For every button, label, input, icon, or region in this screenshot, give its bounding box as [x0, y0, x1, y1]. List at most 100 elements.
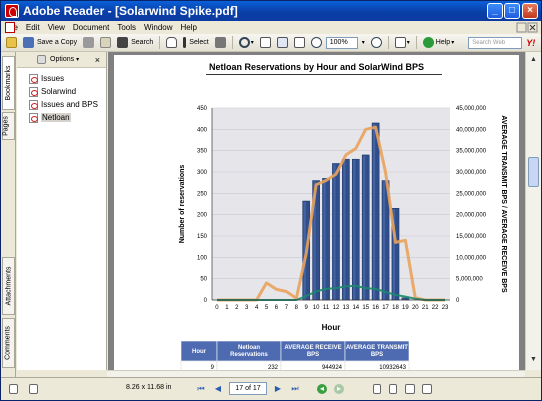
horizontal-scrollbar[interactable]	[107, 370, 525, 377]
article-icon[interactable]	[29, 384, 38, 394]
y2-tick-label: 10,000,000	[456, 255, 487, 261]
help-icon	[422, 37, 434, 48]
x-tick-label: 23	[442, 305, 449, 311]
hand-tool-button[interactable]	[164, 35, 179, 50]
scroll-down-icon[interactable]: ▼	[528, 354, 539, 365]
y-tick-label: 300	[197, 170, 208, 176]
x-tick-label: 15	[362, 305, 369, 311]
bar-highlight	[343, 160, 346, 300]
floppy-disk-icon	[23, 37, 34, 48]
close-panel-icon[interactable]: ×	[95, 55, 100, 65]
actual-size-button[interactable]	[258, 35, 273, 50]
pdf-page: Netloan Reservations by Hour and SolarWi…	[114, 55, 519, 370]
previous-page-icon[interactable]: ◀	[213, 384, 223, 394]
bookmark-issues-and-bps[interactable]: Issues and BPS	[17, 98, 106, 111]
y-tick-label: 0	[204, 298, 208, 304]
bookmark-icon	[29, 86, 38, 97]
tab-pages[interactable]: Pages	[2, 112, 15, 140]
x-tick-label: 20	[412, 305, 419, 311]
help-label: Help	[435, 39, 451, 46]
layout-continuous-facing-icon[interactable]	[422, 384, 432, 394]
tab-attachments-label: Attachments	[5, 266, 13, 306]
email-button[interactable]	[98, 35, 113, 50]
search-label: Search	[131, 39, 154, 46]
minimize-button[interactable]: _	[487, 3, 503, 19]
zoom-out-button[interactable]	[309, 35, 324, 50]
bookmark-label: Issues and BPS	[41, 100, 98, 109]
toolbar-separator	[387, 36, 389, 49]
email-icon	[100, 37, 112, 48]
go-forward-icon[interactable]: ▸	[334, 384, 344, 394]
fit-width-button[interactable]	[292, 35, 307, 50]
go-back-icon[interactable]: ◂	[317, 384, 327, 394]
chevron-down-icon: ▾	[451, 40, 455, 46]
plus-circle-icon	[370, 37, 382, 48]
toolbar-separator	[415, 36, 417, 49]
menu-view[interactable]: View	[44, 23, 69, 32]
y2-tick-label: 30,000,000	[456, 170, 487, 176]
bookmark-icon	[29, 99, 38, 110]
tab-attachments[interactable]: Attachments	[2, 257, 15, 315]
last-page-icon[interactable]: ⏭	[290, 384, 300, 394]
first-page-icon[interactable]: ⏮	[196, 384, 206, 394]
y-tick-label: 450	[197, 106, 208, 112]
fit-page-button[interactable]	[275, 35, 290, 50]
document-view[interactable]: Netloan Reservations by Hour and SolarWi…	[108, 52, 525, 370]
menu-help[interactable]: Help	[177, 23, 201, 32]
next-page-icon[interactable]: ▶	[273, 384, 283, 394]
x-axis-label: Hour	[322, 323, 341, 332]
save-copy-button[interactable]: Save a Copy	[21, 35, 79, 50]
camera-icon	[214, 37, 226, 48]
x-tick-label: 22	[432, 305, 439, 311]
bookmark-label: Issues	[41, 74, 65, 83]
tab-bookmarks[interactable]: Bookmarks	[2, 56, 15, 110]
bookmark-issues[interactable]: Issues	[17, 72, 106, 85]
scroll-thumb[interactable]	[528, 157, 539, 187]
zoom-menu-button[interactable]: ▾	[360, 35, 367, 50]
x-tick-label: 10	[313, 305, 320, 311]
zoom-in-button[interactable]	[369, 35, 384, 50]
select-tool-button[interactable]: Select	[181, 35, 210, 50]
toolbar-separator	[231, 36, 233, 49]
x-tick-label: 21	[422, 305, 429, 311]
tab-comments[interactable]: Comments	[2, 318, 15, 368]
menu-edit[interactable]: Edit	[22, 23, 44, 32]
x-tick-label: 3	[245, 305, 249, 311]
layout-single-icon[interactable]	[373, 384, 381, 394]
x-tick-label: 0	[215, 305, 219, 311]
open-button[interactable]	[4, 35, 19, 50]
zoom-in-tool-button[interactable]: ▾	[237, 35, 256, 50]
layout-facing-icon[interactable]	[405, 384, 415, 394]
bookmark-icon	[29, 73, 38, 84]
y-tick-label: 400	[197, 127, 208, 133]
zoom-level-field[interactable]: 100%	[325, 36, 358, 49]
close-button[interactable]: ×	[522, 3, 538, 19]
search-web-field[interactable]: Search Web	[468, 36, 523, 49]
search-button[interactable]: Search	[115, 35, 155, 50]
window-title: Adobe Reader - [Solarwind Spike.pdf]	[23, 4, 238, 18]
page-number-field[interactable]: 17 of 17	[229, 382, 267, 395]
menu-tools[interactable]: Tools	[113, 23, 140, 32]
page-layout-icon[interactable]	[9, 384, 18, 394]
chevron-down-icon: ▾	[361, 40, 365, 46]
bar-highlight	[353, 160, 356, 300]
x-tick-label: 13	[343, 305, 350, 311]
rotate-button[interactable]: ▾	[393, 35, 412, 50]
scroll-up-icon[interactable]: ▲	[528, 54, 539, 65]
options-menu[interactable]: Options	[50, 56, 74, 63]
menu-document[interactable]: Document	[69, 23, 113, 32]
snapshot-button[interactable]	[213, 35, 228, 50]
y2-tick-label: 5,000,000	[456, 277, 483, 283]
print-button[interactable]	[81, 35, 96, 50]
maximize-button[interactable]: □	[504, 3, 520, 19]
layout-continuous-icon[interactable]	[389, 384, 397, 394]
page-size-label: 8.26 x 11.68 in	[126, 384, 172, 391]
help-button[interactable]: Help ▾	[421, 35, 456, 50]
menu-window[interactable]: Window	[140, 23, 176, 32]
tab-bookmarks-label: Bookmarks	[4, 65, 12, 101]
yahoo-button[interactable]: Y!	[524, 35, 537, 50]
vertical-scrollbar[interactable]: ▲ ▼	[525, 52, 541, 370]
bookmark-solarwind[interactable]: Solarwind	[17, 85, 106, 98]
bookmark-netloan[interactable]: Netloan	[17, 111, 106, 124]
bookmarks-header: Options ▾ ×	[17, 52, 106, 68]
